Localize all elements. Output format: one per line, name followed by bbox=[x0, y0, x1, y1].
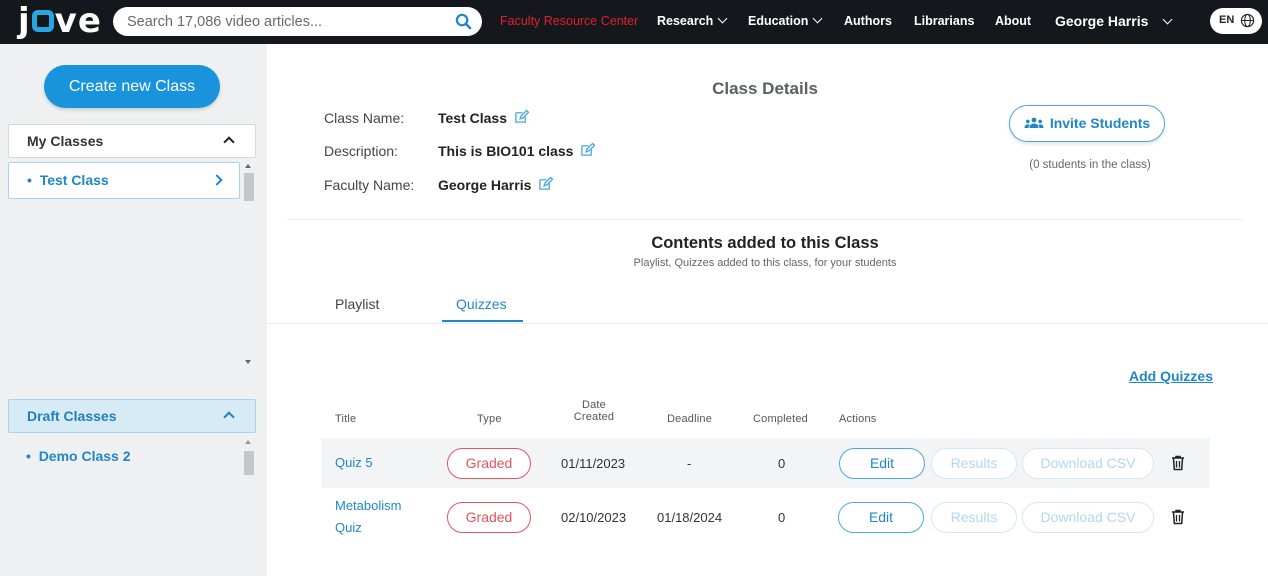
chevron-up-icon bbox=[223, 411, 235, 423]
my-classes-header[interactable]: My Classes bbox=[8, 124, 256, 158]
class-item-label: • Test Class bbox=[27, 172, 109, 188]
my-classes-label: My Classes bbox=[27, 133, 104, 149]
completed-count: 0 bbox=[778, 510, 786, 525]
description-text: This is BIO101 class bbox=[438, 143, 574, 159]
my-classes-scrollbar[interactable] bbox=[243, 162, 254, 372]
globe-icon bbox=[1240, 13, 1255, 28]
date-created: 01/11/2023 bbox=[561, 456, 626, 471]
chevron-right-icon bbox=[211, 174, 223, 186]
table-row: Quiz 5 Graded 01/11/2023 - 0 Edit Result… bbox=[321, 438, 1210, 488]
edit-icon[interactable] bbox=[514, 109, 529, 124]
quiz-title-link[interactable]: Metabolism Quiz bbox=[335, 495, 401, 539]
results-button[interactable]: Results bbox=[931, 502, 1017, 533]
header-date-line1: Date bbox=[581, 399, 607, 411]
chevron-down-icon bbox=[717, 13, 728, 24]
type-badge-graded: Graded bbox=[447, 448, 531, 479]
nav-about[interactable]: About bbox=[995, 14, 1031, 28]
header-deadline: Deadline bbox=[667, 413, 713, 425]
tab-playlist[interactable]: Playlist bbox=[335, 296, 379, 312]
nav-authors[interactable]: Authors bbox=[844, 14, 892, 28]
faculty-name-value: George Harris bbox=[438, 176, 554, 193]
sidebar: Create new Class My Classes • Test Class… bbox=[0, 44, 265, 576]
active-tab-indicator bbox=[442, 320, 523, 322]
draft-classes-label: Draft Classes bbox=[27, 408, 117, 424]
trash-icon[interactable] bbox=[1171, 455, 1185, 471]
completed-count: 0 bbox=[778, 456, 786, 471]
student-count: (0 students in the class) bbox=[1029, 159, 1151, 171]
search-icon[interactable] bbox=[455, 13, 472, 30]
class-details-title: Class Details bbox=[712, 79, 818, 98]
chevron-down-icon bbox=[1162, 14, 1173, 25]
header-actions: Actions bbox=[839, 413, 877, 425]
class-item-label: • Demo Class 2 bbox=[26, 448, 131, 464]
draft-classes-scrollbar[interactable] bbox=[243, 439, 254, 576]
nav-education-label: Education bbox=[748, 14, 809, 28]
add-quizzes-link[interactable]: Add Quizzes bbox=[1129, 368, 1213, 384]
main-content: Class Details Class Name: Test Class Des… bbox=[267, 44, 1268, 576]
trash-icon[interactable] bbox=[1171, 509, 1185, 525]
header-date-line2: Created bbox=[573, 411, 615, 423]
top-nav: jve Faculty Resource Center Research Edu… bbox=[0, 0, 1268, 44]
draft-classes-header[interactable]: Draft Classes bbox=[8, 399, 256, 433]
deadline: - bbox=[687, 456, 692, 471]
header-title: Title bbox=[335, 413, 357, 425]
edit-button[interactable]: Edit bbox=[839, 448, 925, 479]
download-csv-button[interactable]: Download CSV bbox=[1022, 502, 1154, 533]
class-name-value: Test Class bbox=[438, 109, 529, 126]
deadline: 01/18/2024 bbox=[657, 510, 723, 525]
contents-subtitle: Playlist, Quizzes added to this class, f… bbox=[633, 257, 897, 269]
scroll-thumb[interactable] bbox=[244, 173, 254, 201]
header-completed: Completed bbox=[753, 413, 808, 425]
user-name: George Harris bbox=[1055, 13, 1149, 29]
contents-title: Contents added to this Class bbox=[651, 234, 879, 252]
results-button[interactable]: Results bbox=[931, 448, 1017, 479]
download-csv-button[interactable]: Download CSV bbox=[1022, 448, 1154, 479]
table-row: Metabolism Quiz Graded 02/10/2023 01/18/… bbox=[321, 490, 1210, 544]
header-type: Type bbox=[477, 413, 502, 425]
class-name-label: Class Name: bbox=[324, 110, 405, 126]
my-classes-list: • Test Class bbox=[8, 162, 256, 374]
invite-students-button[interactable]: Invite Students bbox=[1009, 105, 1165, 142]
edit-button[interactable]: Edit bbox=[838, 502, 924, 533]
scroll-down-arrow[interactable] bbox=[245, 360, 251, 364]
description-label: Description: bbox=[324, 143, 398, 159]
class-item-demo-class-2[interactable]: • Demo Class 2 bbox=[8, 439, 240, 476]
nav-librarians[interactable]: Librarians bbox=[914, 14, 974, 28]
create-new-class-button[interactable]: Create new Class bbox=[44, 65, 220, 108]
description-value: This is BIO101 class bbox=[438, 142, 596, 159]
divider bbox=[287, 219, 1243, 220]
edit-icon[interactable] bbox=[580, 142, 596, 157]
date-created: 02/10/2023 bbox=[561, 510, 627, 525]
nav-faculty-resource-center[interactable]: Faculty Resource Center bbox=[500, 14, 638, 28]
chevron-up-icon bbox=[223, 136, 235, 148]
quiz-title-line1: Metabolism bbox=[335, 498, 402, 513]
scroll-up-arrow[interactable] bbox=[245, 164, 251, 168]
language-selector[interactable]: EN bbox=[1210, 8, 1262, 34]
scroll-up-arrow[interactable] bbox=[245, 440, 251, 444]
quiz-title-line2: Quiz bbox=[335, 520, 362, 535]
tab-quizzes[interactable]: Quizzes bbox=[456, 296, 507, 312]
class-item-test-class[interactable]: • Test Class bbox=[8, 162, 240, 199]
users-icon bbox=[1024, 117, 1044, 128]
header-date-created: Date Created bbox=[569, 399, 619, 423]
type-badge-graded: Graded bbox=[447, 502, 531, 533]
faculty-name-label: Faculty Name: bbox=[324, 177, 415, 193]
user-menu[interactable]: George Harris bbox=[1055, 13, 1173, 29]
quiz-title-link[interactable]: Quiz 5 bbox=[335, 452, 373, 474]
nav-research-label: Research bbox=[657, 14, 714, 28]
nav-education[interactable]: Education bbox=[748, 13, 823, 28]
search-bar bbox=[113, 7, 482, 36]
invite-students-label: Invite Students bbox=[1049, 115, 1151, 131]
draft-classes-list: • Demo Class 2 bbox=[8, 439, 256, 576]
language-label: EN bbox=[1219, 14, 1235, 26]
jove-logo[interactable]: j ve bbox=[18, 2, 102, 40]
scroll-thumb[interactable] bbox=[244, 451, 254, 475]
edit-icon[interactable] bbox=[538, 176, 554, 191]
class-name-text: Test Class bbox=[438, 110, 507, 126]
search-input[interactable] bbox=[127, 11, 437, 32]
chevron-down-icon bbox=[812, 13, 823, 24]
class-details-card: Class Details Class Name: Test Class Des… bbox=[267, 44, 1268, 324]
faculty-name-text: George Harris bbox=[438, 177, 532, 193]
nav-research[interactable]: Research bbox=[657, 13, 728, 28]
